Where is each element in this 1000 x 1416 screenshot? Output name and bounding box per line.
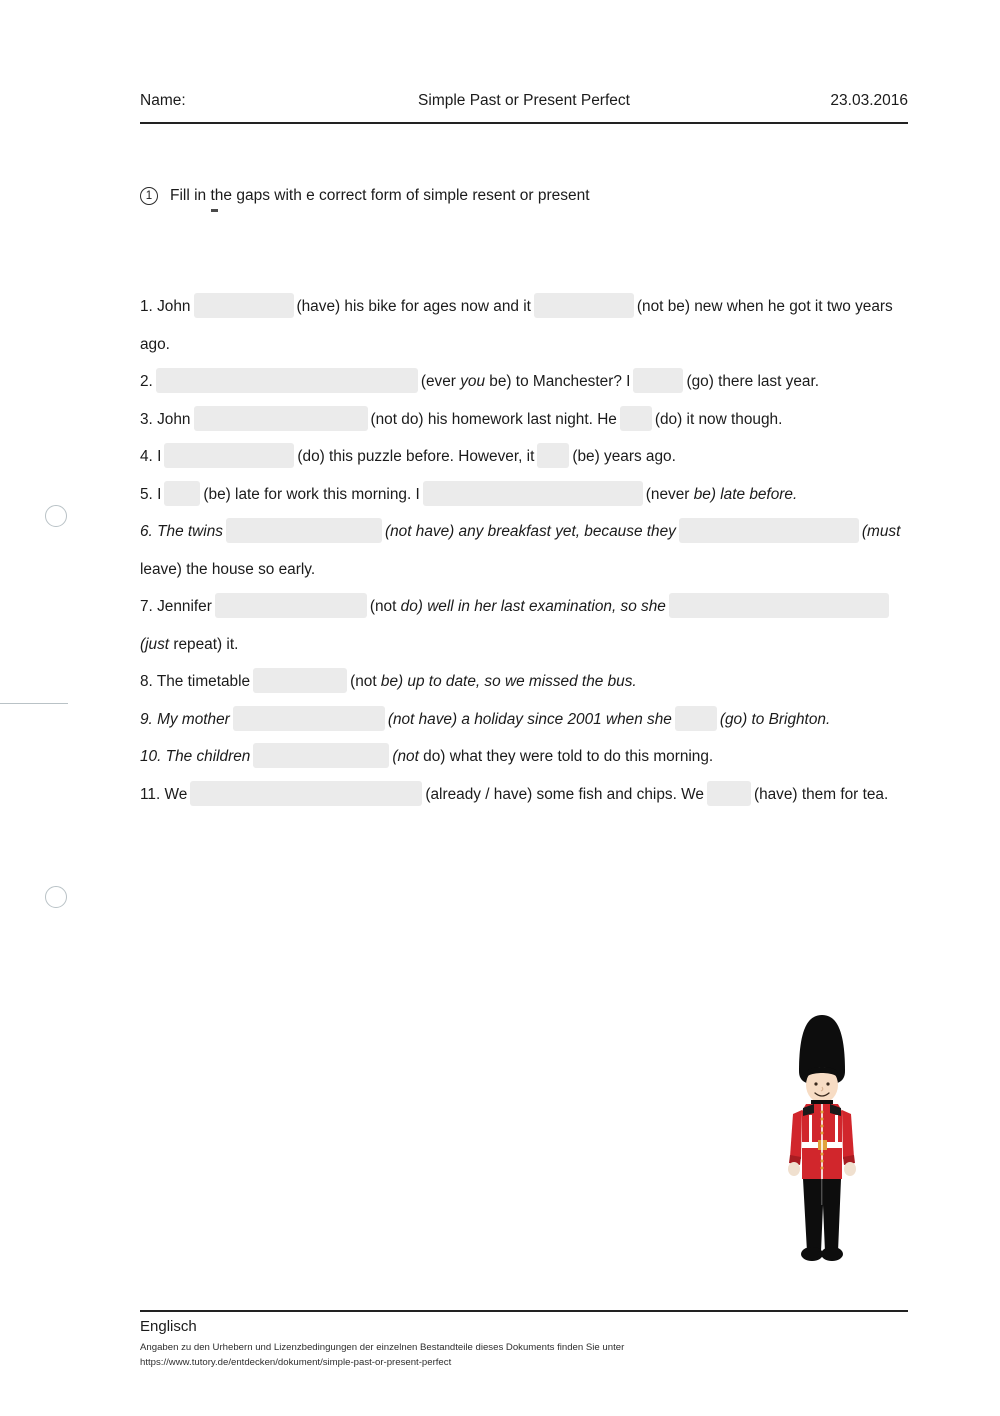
exercise-text: (not have) a holiday since 2001 when she <box>387 710 672 728</box>
exercise-text: 7. Jennifer <box>140 598 212 615</box>
answer-gap[interactable] <box>214 593 367 619</box>
exercise-text: (not have) any breakfast yet, because th… <box>384 523 676 540</box>
exercise-text: 8. The timetable <box>140 673 251 690</box>
exercise-item: 5. I (be) late for work this morning. I (n… <box>140 476 910 514</box>
answer-gap[interactable] <box>225 518 382 544</box>
exercise-text: do) what they were told to do this morni… <box>418 748 714 765</box>
exercise-text: 6. The twins <box>140 523 223 540</box>
header-divider <box>140 122 908 124</box>
exercise-text: (do) this puzzle before. However, it <box>297 448 535 465</box>
exercise-text: 4. I <box>140 448 162 465</box>
task-instruction-text: Fill in the gaps with e correct form of … <box>170 187 590 204</box>
answer-gap[interactable] <box>533 293 634 319</box>
exercise-item: 11. We (already / have) some fish and chi… <box>140 776 910 814</box>
footer-subject: Englisch <box>140 1318 197 1335</box>
exercise-text: (not <box>350 673 381 690</box>
footer-credit-line-1: Angaben zu den Urhebern und Lizenzbeding… <box>140 1342 625 1353</box>
footer-credit-line-2[interactable]: https://www.tutory.de/entdecken/dokument… <box>140 1356 624 1371</box>
footer-credit: Angaben zu den Urhebern und Lizenzbeding… <box>140 1341 624 1370</box>
exercise-text: 2. <box>140 373 153 390</box>
margin-handle-circle-top[interactable] <box>45 505 67 527</box>
exercise-text: repeat) it. <box>169 635 239 653</box>
answer-gap[interactable] <box>422 480 643 506</box>
exercise-text: (be) late for work this morning. I <box>203 485 420 503</box>
answer-gap[interactable] <box>253 743 390 769</box>
exercise-item: 6. The twins (not have) any breakfast yet… <box>140 513 910 588</box>
exercise-text: (not do) his homework last night. He <box>370 410 617 428</box>
answer-gap[interactable] <box>633 368 684 394</box>
exercise-text: (have) his bike for ages now and it <box>296 298 531 315</box>
answer-gap[interactable] <box>674 705 717 731</box>
exercise-text: (do) it now though. <box>654 410 783 428</box>
margin-divider-line <box>0 703 68 705</box>
answer-gap[interactable] <box>253 668 348 694</box>
exercise-text: leave) the house so early. <box>140 560 316 578</box>
exercise-text: (never <box>645 485 694 503</box>
task-instruction: 1 Fill in the gaps with e correct form o… <box>140 185 908 207</box>
exercise-item: 2. (ever you be) to Manchester? I (go) the… <box>140 363 910 401</box>
exercise-text: be) late before. <box>693 485 798 503</box>
exercise-text: 11. We <box>140 785 188 803</box>
exercise-text: (go) to Brighton. <box>719 710 831 728</box>
exercise-text: (not <box>392 748 419 765</box>
answer-gap[interactable] <box>619 405 652 431</box>
answer-gap[interactable] <box>193 293 294 319</box>
task-number-badge: 1 <box>140 187 158 205</box>
answer-gap[interactable] <box>190 780 423 806</box>
exercise-text: be) up to date, so we missed the bus. <box>380 673 637 690</box>
answer-gap[interactable] <box>232 705 385 731</box>
exercise-text: 9. My mother <box>140 710 230 728</box>
exercise-item: 10. The children (not do) what they were … <box>140 738 910 776</box>
exercise-item: 1. John (have) his bike for ages now and … <box>140 288 910 363</box>
answer-gap[interactable] <box>668 593 889 619</box>
exercise-text: (not <box>369 598 401 615</box>
exercise-text: 5. I <box>140 485 162 503</box>
answer-gap[interactable] <box>155 368 418 394</box>
exercise-list: 1. John (have) his bike for ages now and … <box>140 288 910 813</box>
name-label: Name: <box>140 92 186 109</box>
exercise-text: (go) there last year. <box>686 373 820 390</box>
answer-gap[interactable] <box>706 780 751 806</box>
exercise-text: be) to Manchester? I <box>485 373 631 390</box>
exercise-text: do) well in her last examination, so she <box>400 598 666 615</box>
exercise-item: 8. The timetable (not be) up to date, so … <box>140 663 910 701</box>
task-text-overflow-artifact <box>211 209 218 212</box>
margin-handle-circle-bottom[interactable] <box>45 886 67 908</box>
answer-gap[interactable] <box>537 443 570 469</box>
exercise-text: (must <box>861 523 901 540</box>
worksheet-page: Name: Simple Past or Present Perfect 23.… <box>0 0 1000 1416</box>
exercise-text: you <box>460 373 486 390</box>
exercise-item: 3. John (not do) his homework last night.… <box>140 401 910 439</box>
answer-gap[interactable] <box>193 405 368 431</box>
exercise-item: 7. Jennifer (not do) well in her last exa… <box>140 588 910 663</box>
answer-gap[interactable] <box>164 480 201 506</box>
exercise-text: (have) them for tea. <box>753 785 889 803</box>
document-date: 23.03.2016 <box>830 92 908 109</box>
exercise-text: (ever <box>420 373 461 390</box>
exercise-text: (just <box>140 635 170 653</box>
answer-gap[interactable] <box>164 443 295 469</box>
exercise-text: (already / have) some fish and chips. We <box>425 785 704 803</box>
answer-gap[interactable] <box>678 518 859 544</box>
exercise-text: 1. John <box>140 298 191 315</box>
exercise-item: 4. I (do) this puzzle before. However, it… <box>140 438 910 476</box>
page-title: Simple Past or Present Perfect <box>418 92 630 109</box>
exercise-item: 9. My mother (not have) a holiday since 2… <box>140 701 910 739</box>
exercise-text: 10. The children <box>140 748 251 765</box>
document-header: Name: Simple Past or Present Perfect 23.… <box>140 92 908 110</box>
exercise-text: 3. John <box>140 410 191 428</box>
exercise-text: (be) years ago. <box>572 448 676 465</box>
footer-divider <box>140 1310 908 1312</box>
british-royal-guard-illustration <box>779 1009 865 1279</box>
